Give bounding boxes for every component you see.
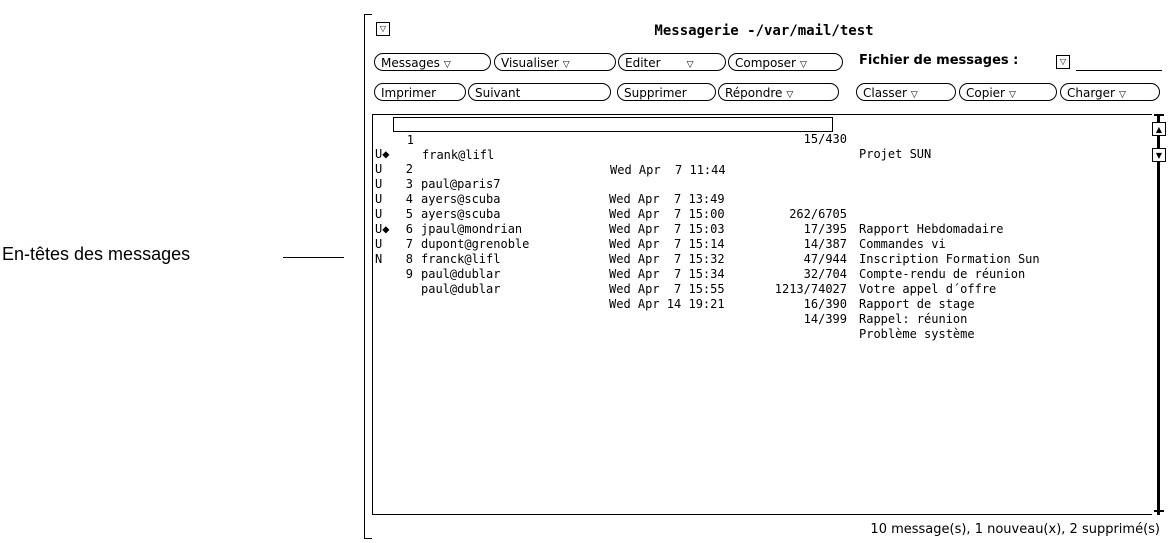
message-size: 14/399 (803, 312, 847, 326)
scrollbar-bottom-anchor[interactable] (1154, 510, 1164, 512)
message-row[interactable]: U 5 jpaul@mondrian Wed Apr 7 15:14 47/94… (373, 177, 1151, 281)
message-subject: Rappel: réunion (859, 312, 968, 326)
window-left-edge (364, 21, 365, 532)
supprimer-button[interactable]: Supprimer (617, 83, 716, 101)
message-size: 32/704 (803, 267, 847, 281)
window-corner-bottom-left (364, 531, 372, 539)
supprimer-label: Supprimer (624, 86, 687, 100)
imprimer-label: Imprimer (381, 86, 437, 100)
scroll-down-arrow-icon[interactable]: ▼ (1152, 148, 1166, 162)
message-subject: Inscription Formation Sun (859, 252, 1040, 266)
copier-label: Copier (966, 86, 1005, 100)
composer-menu-button[interactable]: Composer ▽ (728, 53, 843, 71)
message-from: franck@lifl (421, 252, 501, 266)
visualiser-menu-button[interactable]: Visualiser ▽ (494, 53, 616, 71)
message-row[interactable]: N 9 paul@dublar Wed Apr 14 19:21 14/399 … (373, 237, 1151, 341)
message-row[interactable]: U 6 dupont@grenoble Wed Apr 7 15:32 32/7… (373, 192, 1151, 296)
suivant-label: Suivant (475, 86, 521, 100)
message-size: 1213/74027 (774, 282, 847, 296)
message-from: paul@dublar (421, 267, 501, 281)
callout-label: En-têtes des messages (2, 244, 191, 264)
composer-label: Composer (735, 56, 796, 70)
message-flag: N (375, 252, 383, 266)
vertical-scrollbar[interactable]: ▲ ▼ (1152, 114, 1166, 515)
triangle-down-icon: ▽ (786, 90, 794, 100)
scroll-up-arrow-icon[interactable]: ▲ (1152, 122, 1166, 136)
visualiser-label: Visualiser (501, 56, 559, 70)
message-row[interactable]: U 8 paul@dublar Wed Apr 7 15:55 16/390 R… (373, 222, 1151, 326)
message-subject: Votre appel d´offre (859, 282, 997, 296)
message-row[interactable]: U◆ 2 paul@paris7 Wed Apr 7 13:49 262/670… (373, 132, 1151, 236)
message-header-list[interactable]: 1 frank@lifl Wed Apr 7 11:44 15/430 Proj… (372, 114, 1152, 515)
message-subject: Compte-rendu de réunion (859, 267, 1026, 281)
repondre-menu-button[interactable]: Répondre ▽ (718, 83, 839, 101)
fichier-menu-icon[interactable]: ▽ (1056, 55, 1070, 69)
message-date: Wed Apr 7 15:32 (609, 252, 725, 266)
status-bar: 10 message(s), 1 nouveau(x), 2 supprimé(… (870, 522, 1160, 537)
mail-window: ▽ Messagerie -/var/mail/test Messages ▽ V… (364, 14, 1166, 539)
charger-label: Charger (1067, 86, 1115, 100)
triangle-down-icon: ▽ (686, 60, 694, 70)
repondre-label: Répondre (725, 86, 783, 100)
editer-label: Editer (625, 56, 661, 70)
copier-menu-button[interactable]: Copier ▽ (959, 83, 1057, 101)
message-row[interactable]: U 3 ayers@scuba Wed Apr 7 15:00 17/395 C… (373, 147, 1151, 251)
message-subject: Problème système (859, 327, 975, 341)
triangle-down-icon: ▽ (910, 90, 918, 100)
message-size: 16/390 (803, 297, 847, 311)
message-date: Wed Apr 7 15:55 (609, 282, 725, 296)
imprimer-button[interactable]: Imprimer (374, 83, 466, 101)
triangle-down-icon: ▽ (1119, 90, 1126, 100)
triangle-down-icon: ▽ (443, 60, 451, 70)
triangle-down-icon: ▽ (799, 60, 807, 70)
classer-menu-button[interactable]: Classer ▽ (856, 83, 956, 101)
message-row[interactable]: U 4 ayers@scuba Wed Apr 7 15:03 14/387 I… (373, 162, 1151, 266)
message-row[interactable]: U◆ 7 franck@lifl Wed Apr 7 15:34 1213/74… (373, 207, 1151, 311)
messages-label: Messages (381, 56, 440, 70)
triangle-down-icon: ▽ (562, 60, 570, 70)
callout-line (283, 257, 344, 258)
triangle-down-icon: ▽ (1009, 90, 1016, 100)
message-subject: Rapport de stage (859, 297, 975, 311)
fichier-input[interactable] (1076, 70, 1162, 71)
messages-menu-button[interactable]: Messages ▽ (374, 53, 491, 71)
message-size: 47/944 (803, 252, 847, 266)
classer-label: Classer (863, 86, 907, 100)
message-date: Wed Apr 7 15:34 (609, 267, 725, 281)
message-number: 9 (405, 267, 413, 281)
window-corner-top-left (364, 14, 372, 22)
scrollbar-track[interactable] (1157, 114, 1160, 515)
message-row[interactable]: 15/430 Projet SUN (373, 117, 1151, 161)
window-title: Messagerie -/var/mail/test (654, 23, 874, 39)
suivant-button[interactable]: Suivant (468, 83, 611, 101)
fichier-label: Fichier de messages : (859, 53, 1019, 68)
charger-menu-button[interactable]: Charger ▽ (1060, 83, 1160, 101)
message-date: Wed Apr 14 19:21 (609, 297, 725, 311)
editer-menu-button[interactable]: Editer ▽ (618, 53, 726, 71)
message-from: paul@dublar (421, 282, 501, 296)
